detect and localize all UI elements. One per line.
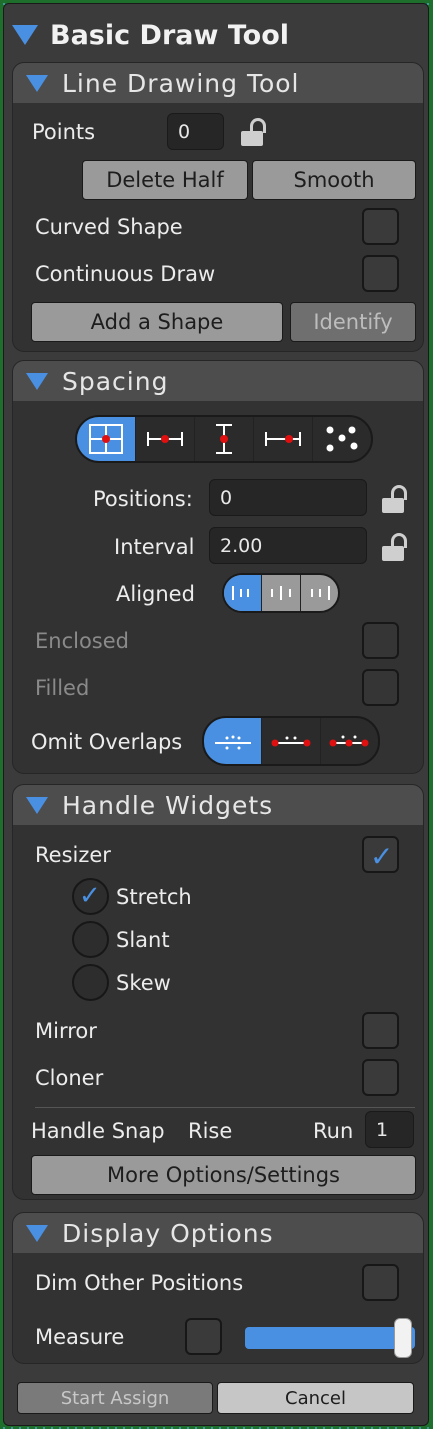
aligned-ticks-icon[interactable]	[224, 575, 263, 611]
cloner-label: Cloner	[35, 1066, 104, 1090]
section-title: Line Drawing Tool	[62, 68, 300, 98]
enclosed-checkbox[interactable]	[362, 622, 399, 659]
curved-shape-checkbox[interactable]	[362, 208, 399, 245]
collapse-triangle-icon[interactable]	[26, 1224, 48, 1242]
mirror-checkbox[interactable]	[362, 1012, 399, 1049]
omit-overlaps-label: Omit Overlaps	[31, 730, 183, 754]
basic-draw-tool-panel: Basic Draw Tool Line Drawing Tool Points…	[3, 3, 429, 1426]
resizer-label: Resizer	[35, 843, 111, 867]
measure-label: Measure	[35, 1325, 125, 1349]
measure-slider-track[interactable]	[245, 1327, 415, 1349]
measure-checkbox[interactable]	[185, 1318, 222, 1355]
spacing-header[interactable]: Spacing	[13, 361, 423, 401]
identify-button[interactable]: Identify	[290, 302, 416, 342]
filled-label: Filled	[35, 676, 90, 700]
line-drawing-tool-header[interactable]: Line Drawing Tool	[13, 63, 423, 103]
window-title: Basic Draw Tool	[50, 19, 290, 51]
curved-shape-label: Curved Shape	[35, 215, 183, 239]
handle-snap-label: Handle Snap	[31, 1119, 165, 1143]
unlock-icon[interactable]	[241, 118, 267, 148]
dim-other-positions-label: Dim Other Positions	[35, 1271, 244, 1295]
run-label: Run	[313, 1119, 354, 1143]
more-options-button[interactable]: More Options/Settings	[31, 1155, 416, 1195]
slant-label: Slant	[116, 928, 170, 952]
divider	[35, 1107, 415, 1108]
skew-radio[interactable]	[72, 964, 109, 1001]
horizontal-offset-icon[interactable]	[254, 417, 313, 461]
cloner-checkbox[interactable]	[362, 1059, 399, 1096]
collapse-triangle-icon[interactable]	[26, 372, 48, 390]
enclosed-label: Enclosed	[35, 629, 129, 653]
points-field[interactable]: 0	[167, 113, 224, 150]
add-shape-button[interactable]: Add a Shape	[31, 302, 283, 342]
dim-other-positions-checkbox[interactable]	[362, 1264, 399, 1301]
center-ticks-icon[interactable]	[262, 575, 301, 611]
section-title: Spacing	[62, 366, 169, 396]
collapse-triangle-icon[interactable]	[26, 74, 48, 92]
spacing-section: Spacing Positions: 0 Interval 2.00 Align…	[12, 360, 424, 774]
section-title: Display Options	[62, 1218, 274, 1248]
spacing-mode-selector[interactable]	[75, 415, 373, 463]
mirror-label: Mirror	[35, 1019, 97, 1043]
interval-label: Interval	[114, 535, 195, 559]
delete-half-button[interactable]: Delete Half	[82, 160, 248, 200]
window-header[interactable]: Basic Draw Tool	[12, 14, 289, 56]
collapse-triangle-icon[interactable]	[12, 25, 38, 45]
measure-slider-thumb[interactable]	[394, 1318, 413, 1358]
overlap-ends-icon[interactable]	[262, 718, 321, 764]
skew-label: Skew	[116, 971, 171, 995]
line-drawing-tool-section: Line Drawing Tool Points 0 Delete Half S…	[12, 62, 424, 352]
aligned-toggle[interactable]	[222, 573, 340, 613]
stretch-label: Stretch	[116, 885, 192, 909]
stretch-radio[interactable]: ✓	[72, 878, 109, 915]
positions-field[interactable]: 0	[209, 479, 367, 516]
handle-widgets-section: Handle Widgets Resizer ✓ ✓ Stretch Slant…	[12, 784, 424, 1200]
filled-checkbox[interactable]	[362, 669, 399, 706]
handle-widgets-header[interactable]: Handle Widgets	[13, 785, 423, 825]
unlock-icon[interactable]	[382, 533, 408, 563]
cancel-button[interactable]: Cancel	[217, 1382, 414, 1414]
start-assign-button[interactable]: Start Assign	[17, 1382, 213, 1414]
continuous-draw-label: Continuous Draw	[35, 262, 216, 286]
points-label: Points	[32, 120, 96, 144]
smooth-button[interactable]: Smooth	[252, 160, 416, 200]
overlap-both-icon[interactable]	[321, 718, 378, 764]
scatter-points-icon[interactable]	[313, 417, 371, 461]
check-icon: ✓	[79, 881, 101, 911]
aligned-label: Aligned	[116, 582, 195, 606]
check-icon: ✓	[370, 840, 394, 873]
vertical-fit-icon[interactable]	[195, 417, 254, 461]
slant-radio[interactable]	[72, 921, 109, 958]
overlap-none-icon[interactable]	[204, 718, 263, 764]
omit-overlaps-selector[interactable]	[202, 716, 380, 766]
display-options-section: Display Options Dim Other Positions Meas…	[12, 1212, 424, 1364]
fit-both-icon[interactable]	[77, 417, 136, 461]
continuous-draw-checkbox[interactable]	[362, 255, 399, 292]
interval-field[interactable]: 2.00	[209, 527, 367, 564]
collapse-triangle-icon[interactable]	[26, 796, 48, 814]
run-field[interactable]: 1	[365, 1111, 414, 1148]
resizer-checkbox[interactable]: ✓	[362, 836, 399, 873]
section-title: Handle Widgets	[62, 790, 274, 820]
end-ticks-icon[interactable]	[301, 575, 338, 611]
display-options-header[interactable]: Display Options	[13, 1213, 423, 1253]
rise-label: Rise	[188, 1119, 233, 1143]
positions-label: Positions:	[93, 487, 193, 511]
horizontal-fit-icon[interactable]	[136, 417, 195, 461]
unlock-icon[interactable]	[382, 485, 408, 515]
